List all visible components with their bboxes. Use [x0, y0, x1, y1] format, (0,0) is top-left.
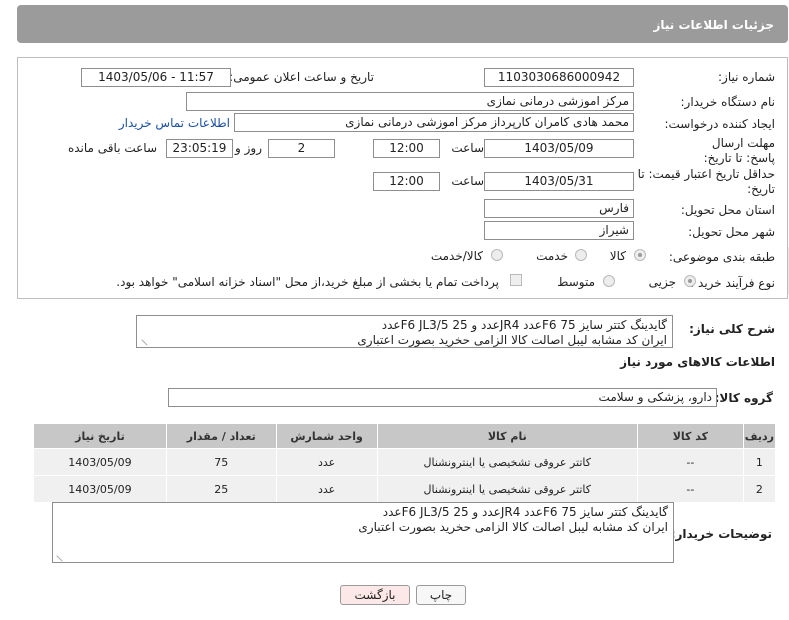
province-field[interactable]: فارس — [484, 199, 634, 218]
announce-label: تاریخ و ساعت اعلان عمومی: — [229, 70, 374, 84]
col-code: کد کالا — [637, 423, 744, 449]
goods-group-field[interactable]: دارو، پزشکی و سلامت — [168, 388, 717, 407]
col-date: تاریخ نیاز — [33, 423, 167, 449]
page-header: جزئیات اطلاعات نیاز — [17, 5, 788, 43]
category-option-goods: کالا — [609, 249, 626, 263]
buyer-org-field[interactable]: مرکز اموزشی درمانی نمازی — [186, 92, 634, 111]
days-label: روز و — [235, 141, 262, 155]
cell-name: کاتتر عروقی تشخیصی یا اینترونشنال — [376, 475, 639, 503]
cell-row: 2 — [742, 475, 777, 503]
treasury-payment-note: پرداخت تمام یا بخشی از مبلغ خرید،از محل … — [116, 275, 499, 289]
print-button[interactable]: چاپ — [416, 585, 466, 605]
remaining-days-field[interactable]: 2 — [268, 139, 335, 158]
deadline-date-field[interactable]: 1403/05/09 — [484, 139, 634, 158]
remaining-time-label: ساعت باقی مانده — [67, 141, 157, 155]
remaining-time-field[interactable]: 23:05:19 — [166, 139, 233, 158]
buyer-contact-link[interactable]: اطلاعات تماس خریدار — [119, 116, 230, 130]
goods-group-label: گروه کالا: — [714, 391, 773, 405]
buyer-notes-label: توضیحات خریدار: — [670, 527, 772, 541]
need-number-label: شماره نیاز: — [718, 70, 775, 84]
col-qty: تعداد / مقدار — [165, 423, 277, 449]
category-label: طبقه بندی موضوعی: — [668, 250, 775, 264]
category-option-service: خدمت — [536, 249, 568, 263]
province-label: استان محل تحویل: — [680, 203, 775, 217]
table-row[interactable]: 2 -- کاتتر عروقی تشخیصی یا اینترونشنال ع… — [33, 475, 777, 503]
category-radio-goods[interactable] — [634, 249, 646, 261]
buyer-notes-textarea[interactable]: گایدینگ کتتر سایز F6 75عدد JR4عدد و 25 F… — [52, 502, 674, 563]
cell-unit: عدد — [275, 475, 378, 503]
cell-code: -- — [637, 475, 744, 503]
cell-date: 1403/05/09 — [33, 448, 167, 476]
summary-textarea[interactable]: گایدینگ کتتر سایز F6 75عدد JR4عدد و 25 F… — [136, 315, 673, 348]
cell-name: کاتتر عروقی تشخیصی یا اینترونشنال — [376, 448, 639, 476]
price-validity-label: حداقل تاریخ اعتبار قیمت: تا تاریخ: — [637, 167, 775, 196]
validity-date-field[interactable]: 1403/05/31 — [484, 172, 634, 191]
cell-date: 1403/05/09 — [33, 475, 167, 503]
process-radio-partial[interactable] — [684, 275, 696, 287]
cell-row: 1 — [742, 448, 777, 476]
purchase-process-label: نوع فرآیند خرید : — [690, 276, 775, 290]
cell-qty: 25 — [165, 475, 277, 503]
city-field[interactable]: شیراز — [484, 221, 634, 240]
city-label: شهر محل تحویل: — [688, 225, 775, 239]
announce-datetime-field[interactable]: 1403/05/06 - 11:57 — [81, 68, 231, 87]
col-unit: واحد شمارش — [275, 423, 378, 449]
validity-time-label: ساعت — [451, 174, 484, 188]
category-option-goods-service: کالا/خدمت — [430, 249, 483, 263]
buyer-org-label: نام دستگاه خریدار: — [680, 95, 776, 109]
requester-label: ایجاد کننده درخواست: — [664, 117, 775, 131]
process-option-medium: متوسط — [557, 275, 595, 289]
goods-table-header: ردیف کد کالا نام کالا واحد شمارش تعداد /… — [33, 423, 777, 449]
cell-qty: 75 — [165, 448, 277, 476]
goods-section-title: اطلاعات کالاهای مورد نیاز — [620, 355, 775, 369]
deadline-time-label: ساعت — [451, 141, 484, 155]
need-number-field[interactable]: 1103030686000942 — [484, 68, 634, 87]
requester-field[interactable]: محمد هادی کامران کارپرداز مرکز اموزشی در… — [234, 113, 634, 132]
col-row: ردیف — [742, 423, 777, 449]
summary-label: شرح کلی نیاز: — [689, 322, 775, 336]
deadline-label: مهلت ارسال پاسخ: تا تاریخ: — [703, 136, 775, 165]
cell-code: -- — [637, 448, 744, 476]
category-radio-goods-service[interactable] — [491, 249, 503, 261]
category-radio-service[interactable] — [575, 249, 587, 261]
process-option-partial: جزیی — [648, 275, 676, 289]
goods-table: ردیف کد کالا نام کالا واحد شمارش تعداد /… — [33, 423, 777, 503]
col-name: نام کالا — [376, 423, 639, 449]
validity-time-field[interactable]: 12:00 — [373, 172, 440, 191]
deadline-time-field[interactable]: 12:00 — [373, 139, 440, 158]
page-title: جزئیات اطلاعات نیاز — [653, 18, 774, 32]
process-radio-medium[interactable] — [603, 275, 615, 287]
treasury-payment-checkbox[interactable] — [510, 274, 522, 286]
table-row[interactable]: 1 -- کاتتر عروقی تشخیصی یا اینترونشنال ع… — [33, 448, 777, 476]
back-button[interactable]: بازگشت — [340, 585, 410, 605]
cell-unit: عدد — [275, 448, 378, 476]
